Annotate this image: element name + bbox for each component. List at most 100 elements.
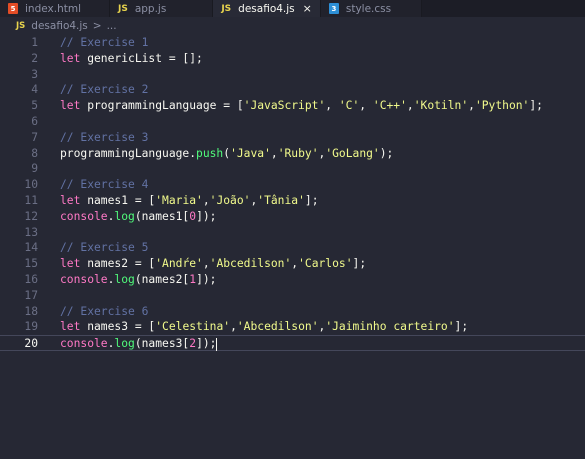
code-token: 'Python' (474, 99, 530, 113)
code-token: ]); (196, 272, 217, 286)
code-text: // Exercise 5 (60, 240, 148, 256)
line-number: 2 (31, 51, 38, 65)
code-line[interactable]: 1 // Exercise 1 (0, 35, 585, 51)
line-number: 8 (31, 146, 38, 160)
line-number: 4 (31, 83, 38, 97)
code-line[interactable]: 18 // Exercise 6 (0, 304, 585, 320)
code-token: , (202, 257, 210, 271)
line-number: 7 (31, 130, 38, 144)
code-line[interactable]: 15 let names2 = ['Andŕe','Abcedilson','Ca… (0, 256, 585, 272)
code-token: , (325, 99, 339, 113)
code-token: names2 = [ (80, 257, 156, 271)
code-text: let programmingLanguage = ['JavaScript',… (60, 98, 543, 114)
tab-label: desafio4.js (238, 2, 295, 15)
code-line[interactable]: 11 let names1 = ['Maria','João','Tânia']; (0, 193, 585, 209)
code-token: 'Maria' (155, 193, 203, 207)
code-line[interactable]: 8 programmingLanguage.push('Java','Ruby',… (0, 146, 585, 162)
code-line[interactable]: 2 let genericList = []; (0, 51, 585, 67)
line-number: 19 (24, 320, 38, 334)
code-token: 'C++' (372, 99, 407, 113)
code-token: let (60, 257, 81, 271)
code-text: // Exercise 1 (60, 35, 148, 51)
code-text: let names3 = ['Celestina','Abcedilson','… (60, 319, 468, 335)
code-line[interactable]: 12 console.log(names1[0]); (0, 209, 585, 225)
code-text: console.log(names2[1]); (60, 272, 216, 288)
js-file-icon: JS (117, 3, 128, 14)
code-token: ]; (454, 320, 469, 334)
code-token: log (114, 209, 135, 223)
code-line[interactable]: 20 console.log(names3[2]); (0, 335, 585, 351)
code-token: 'Celestina' (155, 320, 231, 334)
code-token: names3 = [ (80, 320, 156, 334)
line-number: 1 (31, 36, 38, 49)
code-text: // Exercise 2 (60, 82, 148, 98)
code-token: , (359, 99, 373, 113)
code-token: console (60, 209, 108, 223)
text-cursor (216, 337, 218, 351)
code-token: 'JavaScript' (243, 99, 326, 113)
tab-label: index.html (25, 2, 81, 15)
code-text: // Exercise 4 (60, 177, 148, 193)
code-line[interactable]: 13 (0, 225, 585, 241)
code-token: 'Jaiminho carteiro' (325, 320, 455, 334)
code-token: 'C' (338, 99, 360, 113)
code-token: console (60, 337, 108, 351)
code-token: push (196, 146, 224, 160)
breadcrumb: JS desafio4.js > ... (0, 17, 585, 35)
code-line[interactable]: 3 (0, 67, 585, 83)
code-token: , (406, 99, 414, 113)
tab-label: style.css (345, 2, 392, 15)
code-line[interactable]: 14 // Exercise 5 (0, 240, 585, 256)
code-token: 'João' (209, 193, 251, 207)
code-line[interactable]: 19 let names3 = ['Celestina','Abcedilson'… (0, 319, 585, 335)
tab-app-js[interactable]: JS app.js (109, 0, 214, 17)
code-token: log (114, 272, 135, 286)
code-token: // Exercise 3 (60, 130, 149, 144)
line-number: 18 (24, 304, 38, 318)
code-token: // Exercise 4 (60, 178, 149, 192)
line-number: 15 (24, 257, 38, 271)
line-number: 3 (31, 67, 38, 81)
code-line[interactable]: 4 // Exercise 2 (0, 82, 585, 98)
code-token: 'Java' (230, 146, 271, 160)
line-number: 13 (24, 225, 38, 239)
breadcrumb-symbols[interactable]: ... (107, 20, 117, 32)
js-file-icon: JS (221, 3, 232, 14)
code-line[interactable]: 5 let programmingLanguage = ['JavaScript'… (0, 98, 585, 114)
code-text: console.log(names3[2]); (60, 336, 218, 352)
code-line[interactable]: 7 // Exercise 3 (0, 130, 585, 146)
code-editor[interactable]: 1 // Exercise 1 2 let genericList = []; 3 4 //… (0, 35, 585, 351)
code-token: // Exercise 2 (60, 83, 149, 97)
tab-desafio4-js[interactable]: JS desafio4.js × (213, 0, 321, 17)
code-line[interactable]: 16 console.log(names2[1]); (0, 272, 585, 288)
line-number: 17 (24, 288, 38, 302)
code-token: programmingLanguage. (60, 146, 197, 160)
code-line[interactable]: 10 // Exercise 4 (0, 177, 585, 193)
tab-label: app.js (134, 2, 167, 15)
code-line[interactable]: 17 (0, 288, 585, 304)
code-line[interactable]: 6 (0, 114, 585, 130)
close-icon[interactable]: × (303, 2, 312, 15)
line-number: 12 (24, 209, 38, 223)
code-token: // Exercise 5 (60, 241, 149, 255)
code-token: names1 = [ (80, 193, 156, 207)
code-token: 'Abcedilson' (236, 320, 319, 334)
editor-tab-bar: 5 index.html JS app.js JS desafio4.js × … (0, 0, 585, 17)
code-line[interactable]: 9 (0, 161, 585, 177)
code-token: // Exercise 1 (60, 36, 149, 49)
tab-style-css[interactable]: 3 style.css (320, 0, 423, 17)
line-number: 20 (24, 337, 38, 351)
code-text: let names1 = ['Maria','João','Tânia']; (60, 193, 319, 209)
code-token: genericList = []; (80, 51, 203, 65)
code-token: let (60, 99, 81, 113)
code-token: let (60, 320, 81, 334)
code-token: console (60, 272, 108, 286)
code-text: // Exercise 6 (60, 304, 148, 320)
css-file-icon: 3 (328, 3, 339, 14)
breadcrumb-file[interactable]: desafio4.js (31, 20, 87, 32)
code-text: // Exercise 3 (60, 130, 148, 146)
code-token: , (202, 193, 210, 207)
code-token: 'Tânia' (257, 193, 305, 207)
code-token: log (114, 337, 135, 351)
tab-index-html[interactable]: 5 index.html (0, 0, 110, 17)
